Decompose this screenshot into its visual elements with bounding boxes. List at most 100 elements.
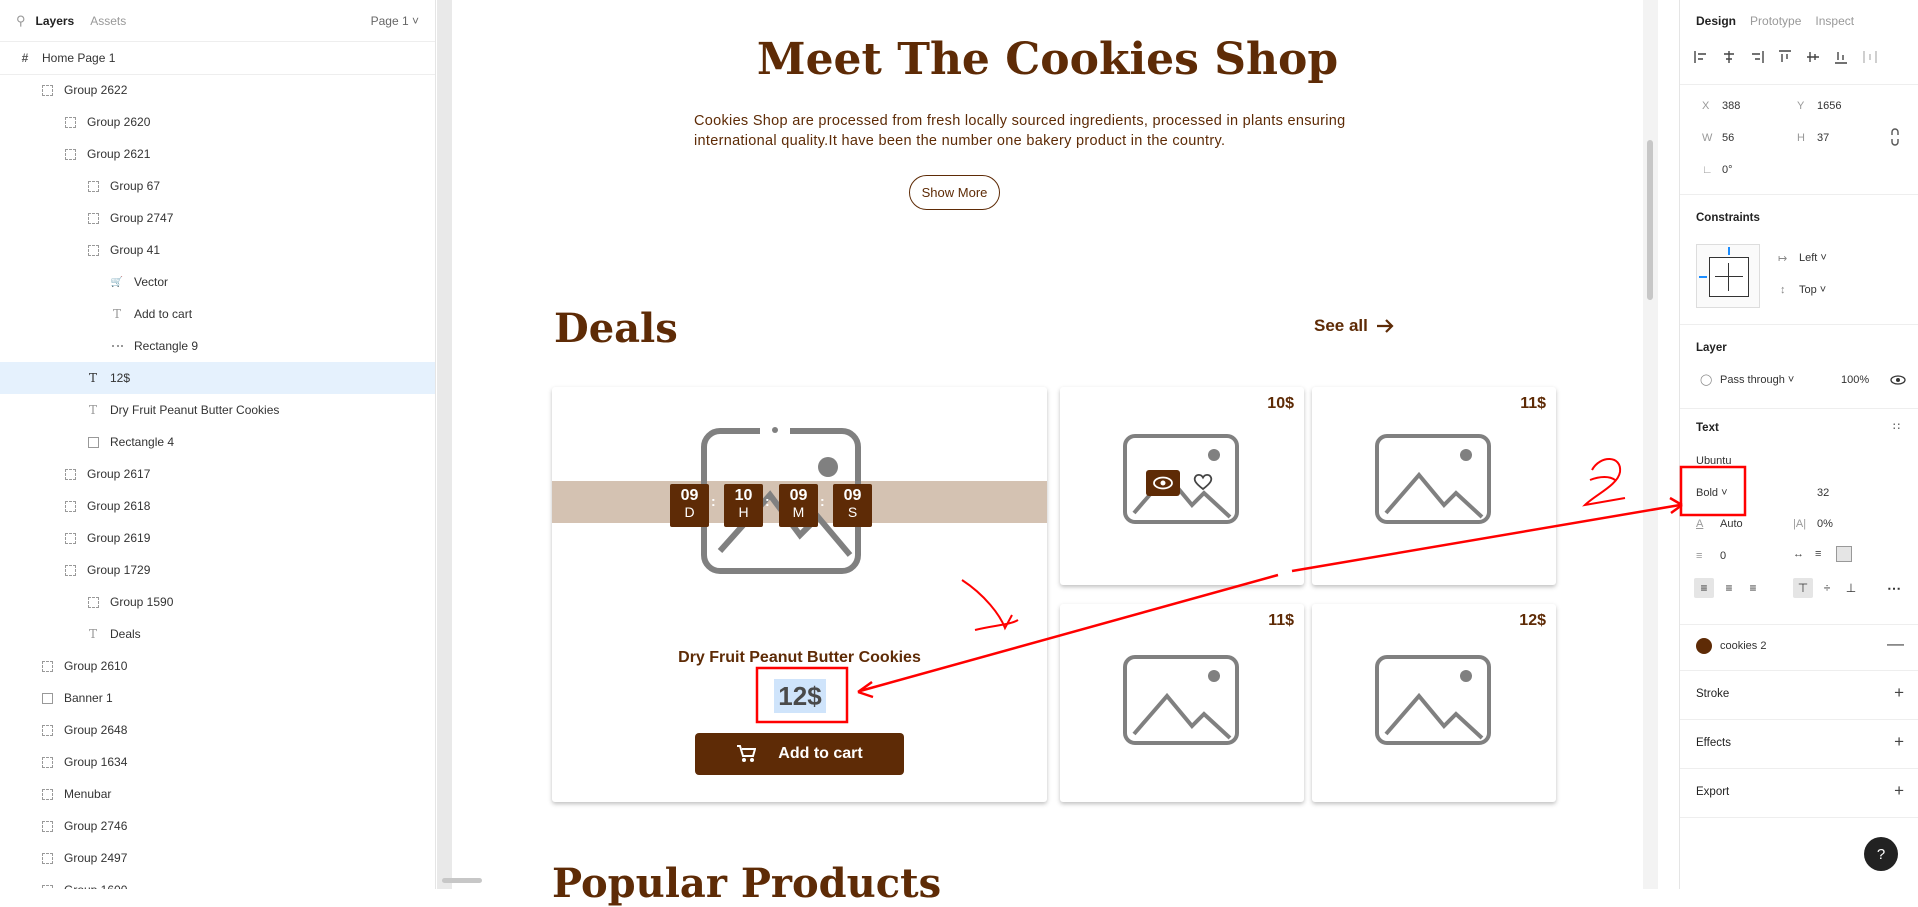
product-price-selected[interactable]: 12$ bbox=[774, 679, 826, 713]
show-more-button[interactable]: Show More bbox=[909, 175, 1000, 210]
deal-card-small[interactable]: 10$ bbox=[1060, 387, 1304, 585]
search-icon[interactable]: ⚲ bbox=[16, 13, 26, 29]
timer-minutes: 09 M bbox=[779, 484, 818, 527]
layer-row[interactable]: Group 2619 bbox=[0, 522, 435, 554]
x-field[interactable]: 388 bbox=[1722, 100, 1740, 112]
line-height-field[interactable]: Auto bbox=[1720, 518, 1743, 530]
w-field[interactable]: 56 bbox=[1722, 132, 1734, 144]
see-all-link[interactable]: See all bbox=[1314, 316, 1394, 336]
layer-row[interactable]: Group 41 bbox=[0, 234, 435, 266]
layer-row[interactable]: Group 2610 bbox=[0, 650, 435, 682]
layer-name: Dry Fruit Peanut Butter Cookies bbox=[110, 403, 280, 417]
deal-card-main[interactable]: 09 D : 10 H : 09 M : 09 S Dry Fruit Peanut B… bbox=[552, 387, 1047, 802]
layer-row[interactable]: Group 1600 bbox=[0, 874, 435, 889]
fixed-size-icon[interactable] bbox=[1836, 546, 1852, 562]
layer-row[interactable]: Group 1590 bbox=[0, 586, 435, 618]
vertical-align-middle-button[interactable]: ÷ bbox=[1817, 578, 1837, 598]
tab-inspect[interactable]: Inspect bbox=[1815, 14, 1854, 28]
vertical-scrollbar[interactable] bbox=[1647, 140, 1653, 300]
design-frame[interactable]: Meet The Cookies Shop Cookies Shop are p… bbox=[452, 0, 1643, 907]
tab-layers[interactable]: Layers bbox=[36, 14, 75, 28]
constraints-widget[interactable] bbox=[1696, 244, 1760, 308]
vertical-align-top-button[interactable]: ⊤ bbox=[1793, 578, 1813, 598]
heart-icon[interactable] bbox=[1193, 473, 1213, 491]
frame-row[interactable]: # Home Page 1 bbox=[0, 41, 435, 75]
layer-row[interactable]: Group 2622 bbox=[0, 74, 435, 106]
blend-mode-select[interactable]: Pass through ˅ bbox=[1720, 374, 1794, 386]
canvas[interactable]: Meet The Cookies Shop Cookies Shop are p… bbox=[437, 0, 1658, 907]
h-field[interactable]: 37 bbox=[1817, 132, 1829, 144]
layer-row[interactable]: Group 1729 bbox=[0, 554, 435, 586]
auto-height-icon[interactable]: ≡ bbox=[1815, 548, 1821, 560]
letter-spacing-field[interactable]: 0% bbox=[1817, 518, 1833, 530]
layer-row[interactable]: 🛒 Vector bbox=[0, 266, 435, 298]
layer-row[interactable]: Group 2746 bbox=[0, 810, 435, 842]
page-selector[interactable]: Page 1 ˅ bbox=[371, 14, 419, 28]
align-center-icon[interactable] bbox=[1722, 50, 1736, 64]
layer-row[interactable]: T Add to cart bbox=[0, 298, 435, 330]
fill-style-name[interactable]: cookies 2 bbox=[1720, 640, 1766, 652]
layer-row[interactable]: Group 67 bbox=[0, 170, 435, 202]
distribute-icon[interactable] bbox=[1862, 50, 1882, 64]
vertical-constraint-select[interactable]: Top ˅ bbox=[1799, 284, 1826, 296]
layer-row[interactable]: Group 2497 bbox=[0, 842, 435, 874]
align-left-icon[interactable] bbox=[1694, 50, 1708, 64]
help-button[interactable]: ? bbox=[1864, 837, 1898, 871]
layer-row[interactable]: Group 2621 bbox=[0, 138, 435, 170]
text-styles-icon[interactable]: ∷ bbox=[1893, 420, 1900, 433]
tab-prototype[interactable]: Prototype bbox=[1750, 14, 1801, 28]
layer-row[interactable]: T Dry Fruit Peanut Butter Cookies bbox=[0, 394, 435, 426]
tab-design[interactable]: Design bbox=[1696, 14, 1736, 28]
layer-row[interactable]: T 12$ bbox=[0, 362, 435, 394]
group-icon bbox=[86, 595, 100, 609]
text-layer-icon: T bbox=[88, 627, 97, 641]
deal-card-small[interactable]: 11$ bbox=[1312, 387, 1556, 585]
horizontal-constraint-select[interactable]: Left ˅ bbox=[1799, 252, 1827, 264]
font-size-field[interactable]: 32 bbox=[1817, 487, 1829, 499]
horizontal-scrollbar[interactable] bbox=[442, 878, 482, 883]
vertical-align-bottom-button[interactable]: ⊥ bbox=[1841, 578, 1861, 598]
text-align-right-button[interactable]: ≡ bbox=[1743, 578, 1763, 598]
text-align-center-button[interactable]: ≡ bbox=[1719, 578, 1739, 598]
layer-row[interactable]: Group 2618 bbox=[0, 490, 435, 522]
layer-row[interactable]: Group 2747 bbox=[0, 202, 435, 234]
align-middle-icon[interactable] bbox=[1806, 50, 1820, 64]
align-bottom-icon[interactable] bbox=[1834, 50, 1848, 64]
font-family-select[interactable]: Ubuntu bbox=[1696, 455, 1731, 467]
timer-days-unit: D bbox=[684, 504, 695, 520]
add-stroke-icon[interactable]: + bbox=[1894, 683, 1904, 703]
layer-row[interactable]: T Deals bbox=[0, 618, 435, 650]
layer-row[interactable]: Rectangle 9 bbox=[0, 330, 435, 362]
rotation-field[interactable]: 0° bbox=[1722, 164, 1733, 176]
layer-row[interactable]: Menubar bbox=[0, 778, 435, 810]
layer-row[interactable]: Group 2648 bbox=[0, 714, 435, 746]
auto-width-icon[interactable]: ↔ bbox=[1793, 548, 1804, 560]
layer-row[interactable]: Banner 1 bbox=[0, 682, 435, 714]
chevron-down-icon: ˅ bbox=[411, 13, 419, 28]
layer-row[interactable]: Group 2617 bbox=[0, 458, 435, 490]
align-right-icon[interactable] bbox=[1750, 50, 1764, 64]
fill-color-swatch[interactable] bbox=[1696, 638, 1712, 654]
tab-assets[interactable]: Assets bbox=[90, 14, 126, 28]
eye-icon[interactable] bbox=[1890, 375, 1906, 385]
layer-row[interactable]: Rectangle 4 bbox=[0, 426, 435, 458]
deal-card-small[interactable]: 11$ bbox=[1060, 604, 1304, 802]
layer-row[interactable]: Group 2620 bbox=[0, 106, 435, 138]
add-export-icon[interactable]: + bbox=[1894, 781, 1904, 801]
font-weight-select[interactable]: Bold ˅ bbox=[1696, 487, 1728, 499]
quick-view-button[interactable] bbox=[1146, 470, 1180, 496]
constrain-proportions-icon[interactable] bbox=[1890, 128, 1900, 146]
layer-row[interactable]: Group 1634 bbox=[0, 746, 435, 778]
deal-card-small[interactable]: 12$ bbox=[1312, 604, 1556, 802]
text-align-left-button[interactable]: ≡ bbox=[1694, 578, 1714, 598]
remove-fill-icon[interactable]: — bbox=[1887, 634, 1904, 654]
add-effect-icon[interactable]: + bbox=[1894, 732, 1904, 752]
opacity-field[interactable]: 100% bbox=[1841, 374, 1869, 386]
y-field[interactable]: 1656 bbox=[1817, 100, 1841, 112]
paragraph-spacing-field[interactable]: 0 bbox=[1720, 550, 1726, 562]
align-top-icon[interactable] bbox=[1778, 50, 1792, 64]
divider bbox=[1680, 670, 1918, 671]
timer-seconds: 09 S bbox=[833, 484, 872, 527]
add-to-cart-button[interactable]: Add to cart bbox=[695, 733, 904, 775]
more-options-icon[interactable]: ⋯ bbox=[1887, 580, 1901, 597]
